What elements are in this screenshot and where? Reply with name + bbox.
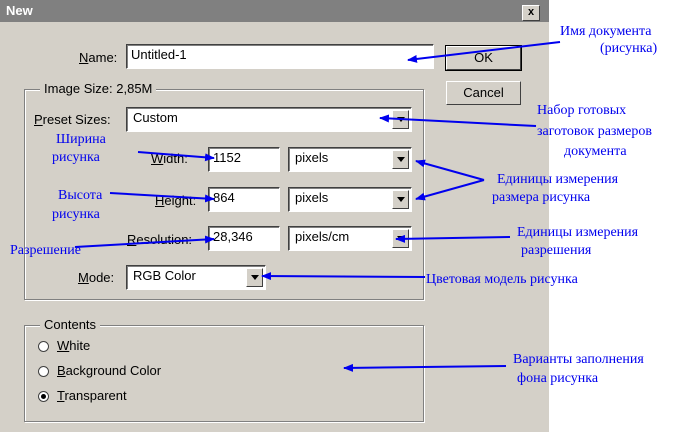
arrow-height-unit — [415, 179, 485, 201]
arrow-height — [109, 192, 215, 203]
annotation-fill-2: фона рисунка — [517, 371, 599, 386]
arrow-presets — [379, 114, 537, 127]
arrow-fill — [343, 363, 507, 372]
annotation-color-model: Цветовая модель рисунка — [426, 272, 578, 287]
annotation-presets-3: документа — [564, 144, 627, 159]
annotation-width-2: рисунка — [52, 150, 100, 165]
annotation-height-1: Высота — [58, 188, 103, 203]
annotation-resolution: Разрешение — [10, 243, 81, 258]
arrow-width — [137, 151, 215, 162]
annotation-res-units-2: разрешения — [521, 243, 592, 258]
annotation-doc-name-2: (рисунка) — [600, 41, 658, 56]
annotation-size-units-2: размера рисунка — [492, 190, 591, 205]
arrow-resolution — [74, 235, 215, 248]
arrow-width-unit — [415, 159, 485, 181]
annotation-presets-1: Набор готовых — [537, 103, 627, 118]
annotation-width-1: Ширина — [56, 132, 106, 147]
annotation-presets-2: заготовок размеров — [537, 124, 652, 139]
arrow-doc-name — [407, 41, 561, 63]
annotation-doc-name-1: Имя документа — [560, 24, 652, 39]
arrow-mode — [261, 272, 426, 281]
arrow-res-unit — [395, 234, 511, 243]
annotation-fill-1: Варианты заполнения — [513, 352, 644, 367]
annotation-res-units-1: Единицы измерения — [517, 225, 639, 240]
annotation-height-2: рисунка — [52, 207, 100, 222]
annotation-size-units-1: Единицы измерения — [497, 172, 619, 187]
